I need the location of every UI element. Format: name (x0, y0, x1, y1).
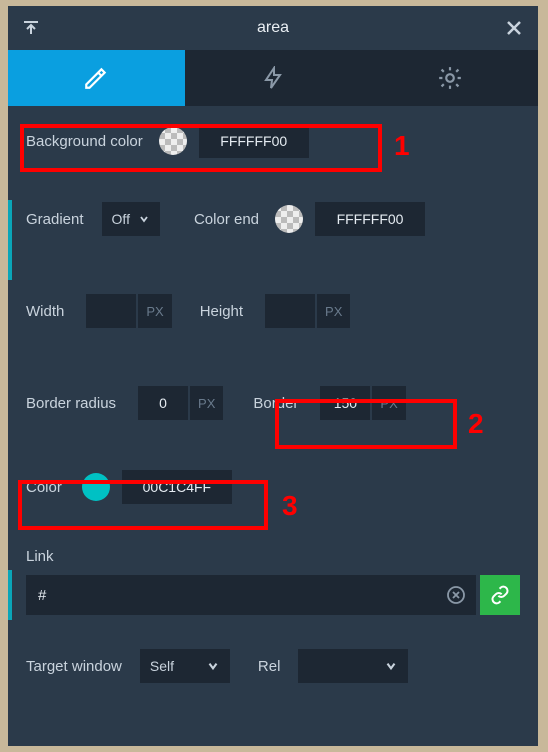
border-radius-input[interactable] (138, 386, 188, 420)
color-end-input[interactable] (315, 202, 425, 236)
target-window-select[interactable]: Self (140, 649, 230, 683)
target-window-value: Self (150, 658, 174, 674)
panel-content: Background color Gradient Off Color end … (8, 106, 538, 683)
row-background-color: Background color (26, 124, 520, 158)
tab-style[interactable] (8, 50, 185, 106)
color-input[interactable] (122, 470, 232, 504)
rel-label: Rel (258, 658, 281, 675)
width-unit: PX (138, 294, 171, 328)
row-color: Color (26, 470, 520, 504)
gradient-toggle-value: Off (112, 211, 130, 227)
tabs (8, 50, 538, 106)
link-label: Link (26, 548, 520, 565)
clear-link-button[interactable] (436, 575, 476, 615)
color-swatch[interactable] (82, 473, 110, 501)
color-label: Color (26, 479, 62, 496)
link-input[interactable] (26, 575, 436, 615)
border-label: Border (253, 395, 298, 412)
color-end-swatch[interactable] (275, 205, 303, 233)
row-target-rel: Target window Self Rel (26, 649, 520, 683)
rel-select[interactable] (298, 649, 408, 683)
collapse-icon[interactable] (22, 18, 40, 41)
tab-actions[interactable] (185, 50, 362, 106)
background-color-label: Background color (26, 133, 143, 150)
height-label: Height (200, 303, 243, 320)
width-label: Width (26, 303, 64, 320)
title-bar: area (8, 6, 538, 50)
border-input[interactable] (320, 386, 370, 420)
link-chain-button[interactable] (480, 575, 520, 615)
border-radius-unit: PX (190, 386, 223, 420)
width-input[interactable] (86, 294, 136, 328)
properties-panel: area Background color Gradient Off Col (8, 6, 538, 746)
background-color-swatch[interactable] (159, 127, 187, 155)
accent-strip (8, 200, 12, 280)
target-window-label: Target window (26, 658, 122, 675)
tab-settings[interactable] (361, 50, 538, 106)
close-icon[interactable] (504, 18, 524, 43)
height-unit: PX (317, 294, 350, 328)
gradient-toggle[interactable]: Off (102, 202, 160, 236)
gradient-label: Gradient (26, 211, 84, 228)
panel-title: area (257, 19, 289, 37)
height-input[interactable] (265, 294, 315, 328)
row-border: Border radius PX Border PX (26, 386, 520, 420)
row-dimensions: Width PX Height PX (26, 294, 520, 328)
row-gradient: Gradient Off Color end (26, 202, 520, 236)
accent-strip (8, 570, 12, 620)
border-unit: PX (372, 386, 405, 420)
background-color-input[interactable] (199, 124, 309, 158)
row-link (26, 575, 520, 615)
border-radius-label: Border radius (26, 395, 116, 412)
color-end-label: Color end (194, 211, 259, 228)
